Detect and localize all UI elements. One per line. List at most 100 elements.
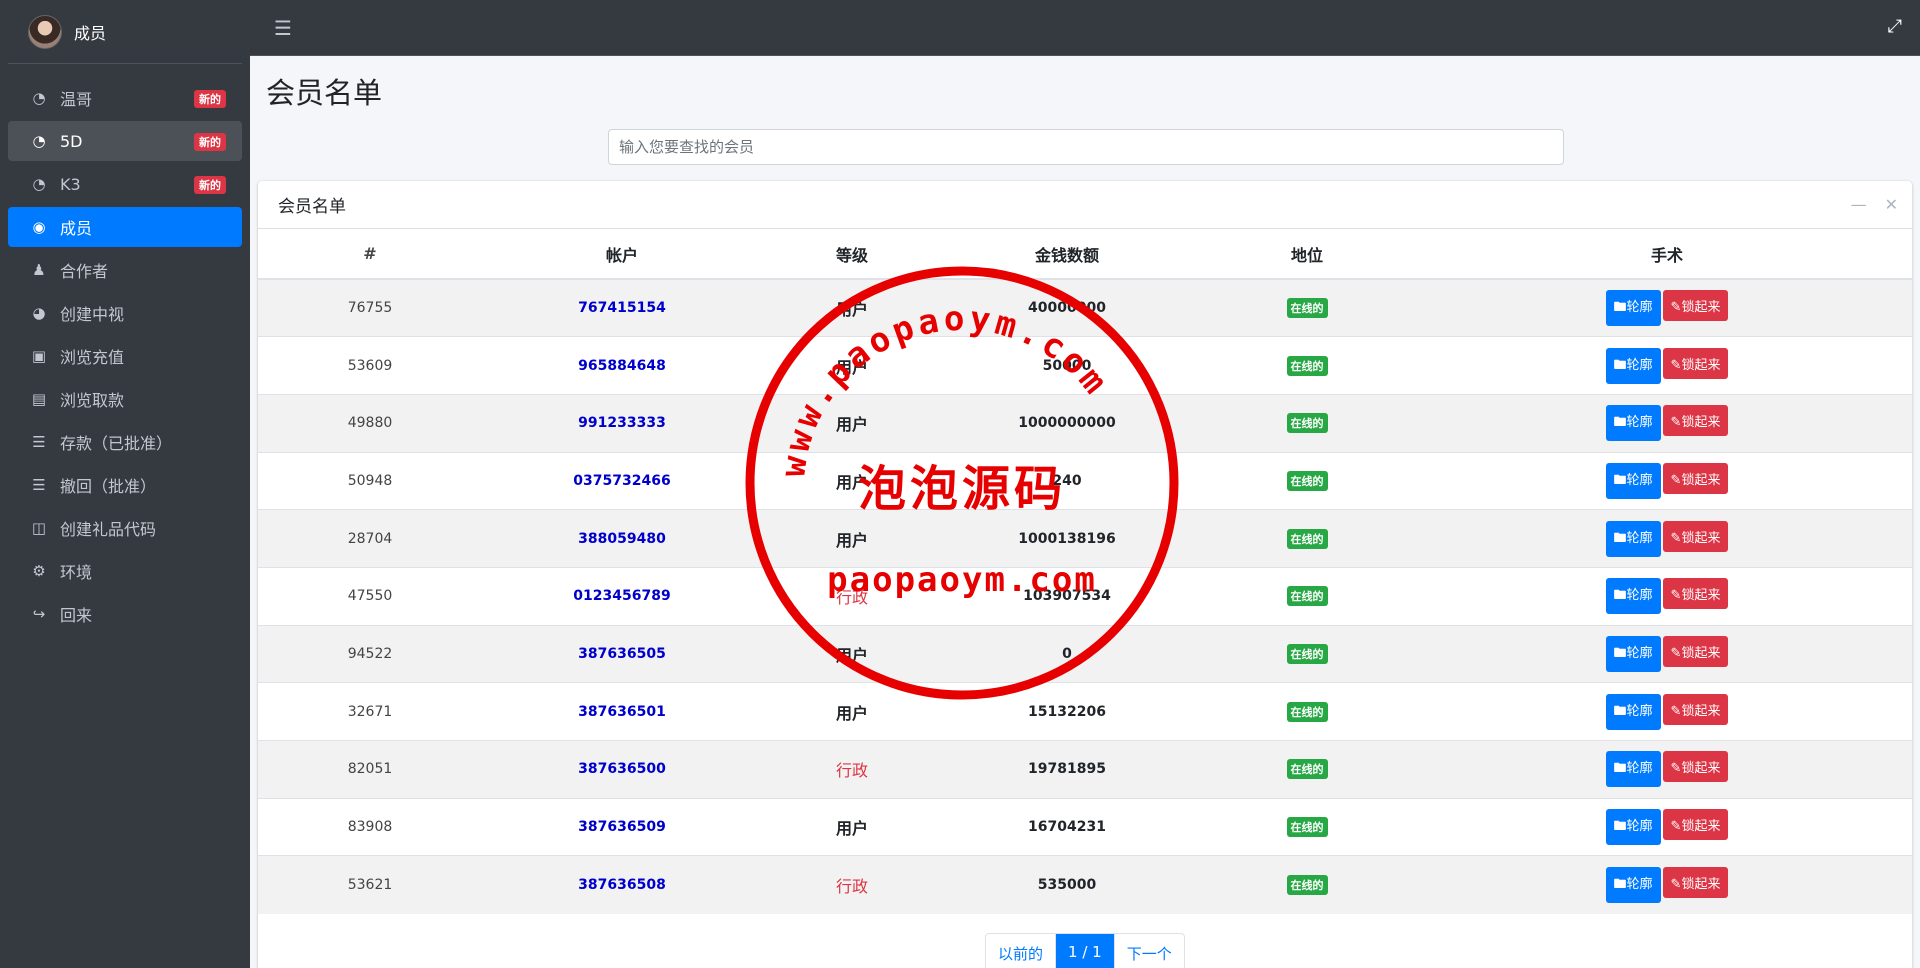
lock-label: 锁起来	[1681, 300, 1721, 316]
sidebar-item-10[interactable]: ◫ 创建礼品代码	[8, 508, 242, 548]
view-profile-button[interactable]: 🖿轮廓	[1605, 405, 1661, 442]
prev-page-button[interactable]: 以前的	[986, 934, 1057, 968]
view-profile-button[interactable]: 🖿轮廓	[1605, 866, 1661, 903]
lock-button[interactable]: ✎锁起来	[1662, 751, 1729, 783]
sidebar-item-3[interactable]: ◉ 成员	[8, 207, 242, 247]
cell-actions: 🖿轮廓 ✎锁起来	[1422, 566, 1912, 626]
lock-button[interactable]: ✎锁起来	[1662, 693, 1729, 725]
sidebar-item-5[interactable]: ◕ 创建中视	[8, 293, 242, 333]
sidebar-item-label: 创建中视	[60, 305, 125, 324]
table-row: 82051 387636500 行政 19781895 在线的 🖿轮廓 ✎锁起来	[258, 740, 1912, 799]
current-page[interactable]: 1 / 1	[1056, 934, 1115, 968]
pagination: 以前的 1 / 1 下一个	[985, 933, 1185, 968]
cell-id: 83908	[258, 797, 482, 856]
sidebar-item-6[interactable]: ▣ 浏览充值	[8, 336, 242, 376]
lock-label: 锁起来	[1681, 588, 1721, 604]
lock-button[interactable]: ✎锁起来	[1662, 405, 1729, 437]
view-profile-button[interactable]: 🖿轮廓	[1605, 520, 1661, 557]
view-profile-label: 轮廓	[1626, 588, 1653, 604]
lock-label: 锁起来	[1681, 357, 1721, 373]
lock-label: 锁起来	[1681, 472, 1721, 488]
sidebar-item-2[interactable]: ◔ K3 新的	[8, 164, 242, 204]
lock-button[interactable]: ✎锁起来	[1662, 290, 1729, 322]
account-link[interactable]: 0375732466	[573, 473, 670, 489]
cell-actions: 🖿轮廓 ✎锁起来	[1422, 278, 1912, 337]
pencil-icon: ✎	[1670, 300, 1682, 316]
next-page-button[interactable]: 下一个	[1115, 934, 1184, 968]
sign-out-icon: ↪	[32, 605, 46, 623]
fullscreen-icon[interactable]: ⤢	[1888, 16, 1902, 37]
table-row: 32671 387636501 用户 15132206 在线的 🖿轮廓 ✎锁起来	[258, 682, 1912, 741]
cell-actions: 🖿轮廓 ✎锁起来	[1422, 624, 1912, 683]
cell-money: 15132206	[1028, 703, 1106, 720]
lock-button[interactable]: ✎锁起来	[1662, 578, 1729, 610]
view-profile-button[interactable]: 🖿轮廓	[1605, 578, 1661, 615]
cell-actions: 🖿轮廓 ✎锁起来	[1422, 509, 1912, 568]
account-link[interactable]: 387636505	[578, 646, 666, 662]
table-row: 49880 991233333 用户 1000000000 在线的 🖿轮廓 ✎锁起来	[258, 393, 1912, 453]
account-link[interactable]: 0123456789	[573, 588, 670, 604]
view-profile-label: 轮廓	[1626, 703, 1653, 719]
account-link[interactable]: 387636509	[578, 819, 666, 835]
account-link[interactable]: 387636500	[578, 761, 666, 777]
folder-icon: 🖿	[1613, 703, 1627, 719]
sidebar-item-4[interactable]: ♟ 合作者	[8, 250, 242, 290]
column-header-id: #	[258, 229, 482, 280]
table-row: 50948 0375732466 用户 240 在线的 🖿轮廓 ✎锁起来	[258, 451, 1912, 510]
cell-level: 用户	[835, 415, 868, 435]
member-search-input[interactable]	[608, 129, 1564, 165]
sidebar-item-12[interactable]: ↪ 回来	[8, 594, 242, 634]
cell-level: 用户	[835, 703, 868, 723]
sidebar-item-1[interactable]: ◔ 5D 新的	[8, 121, 242, 161]
account-link[interactable]: 965884648	[578, 358, 666, 374]
cell-actions: 🖿轮廓 ✎锁起来	[1422, 336, 1912, 395]
lock-button[interactable]: ✎锁起来	[1662, 462, 1729, 494]
dashboard-icon: ◔	[32, 132, 46, 150]
cell-id: 53621	[258, 855, 482, 914]
cell-money: 535000	[1037, 876, 1097, 893]
account-link[interactable]: 767415154	[578, 300, 666, 316]
cell-level: 行政	[835, 588, 868, 608]
lock-button[interactable]: ✎锁起来	[1662, 635, 1729, 667]
view-profile-button[interactable]: 🖿轮廓	[1605, 635, 1661, 672]
lock-label: 锁起来	[1681, 761, 1721, 777]
sidebar-item-11[interactable]: ⚙ 环境	[8, 551, 242, 591]
pencil-icon: ✎	[1670, 357, 1682, 373]
sidebar-item-label: 存款（已批准）	[60, 434, 173, 453]
collapse-icon[interactable]: —	[1851, 195, 1867, 214]
lock-button[interactable]: ✎锁起来	[1662, 809, 1729, 841]
sidebar-item-0[interactable]: ◔ 温哥 新的	[8, 78, 242, 118]
account-link[interactable]: 387636508	[578, 877, 666, 893]
column-header-level: 等级	[762, 229, 942, 280]
status-badge: 在线的	[1286, 298, 1328, 319]
new-badge: 新的	[194, 176, 226, 194]
pencil-icon: ✎	[1670, 415, 1682, 431]
lock-label: 锁起来	[1681, 530, 1721, 546]
view-profile-button[interactable]: 🖿轮廓	[1605, 290, 1661, 327]
sidebar-item-9[interactable]: ☰ 撤回（批准）	[8, 465, 242, 505]
view-profile-label: 轮廓	[1626, 761, 1653, 777]
account-link[interactable]: 991233333	[578, 415, 666, 431]
sidebar-item-7[interactable]: ▤ 浏览取款	[8, 379, 242, 419]
close-icon[interactable]: ✕	[1885, 195, 1898, 214]
account-link[interactable]: 388059480	[578, 531, 666, 547]
view-profile-button[interactable]: 🖿轮廓	[1605, 751, 1661, 788]
view-profile-button[interactable]: 🖿轮廓	[1605, 809, 1661, 846]
table-row: 47550 0123456789 行政 103907534 在线的 🖿轮廓 ✎锁起来	[258, 566, 1912, 626]
menu-toggle-icon[interactable]: ☰	[274, 16, 292, 40]
lock-button[interactable]: ✎锁起来	[1662, 866, 1729, 898]
view-profile-button[interactable]: 🖿轮廓	[1605, 462, 1661, 499]
card-tools: — ✕	[1851, 195, 1898, 214]
user-panel[interactable]: 成员	[8, 0, 242, 64]
sidebar-item-8[interactable]: ☰ 存款（已批准）	[8, 422, 242, 462]
cell-level: 行政	[835, 761, 868, 781]
cell-money: 1000000000	[1018, 415, 1116, 432]
view-profile-button[interactable]: 🖿轮廓	[1605, 693, 1661, 730]
cell-level: 行政	[835, 876, 868, 896]
table-row: 76755 767415154 用户 40000000 在线的 🖿轮廓 ✎锁起来	[258, 278, 1912, 337]
view-profile-button[interactable]: 🖿轮廓	[1605, 347, 1661, 384]
lock-button[interactable]: ✎锁起来	[1662, 520, 1729, 552]
lock-button[interactable]: ✎锁起来	[1662, 347, 1729, 379]
status-badge: 在线的	[1286, 355, 1328, 376]
account-link[interactable]: 387636501	[578, 704, 666, 720]
